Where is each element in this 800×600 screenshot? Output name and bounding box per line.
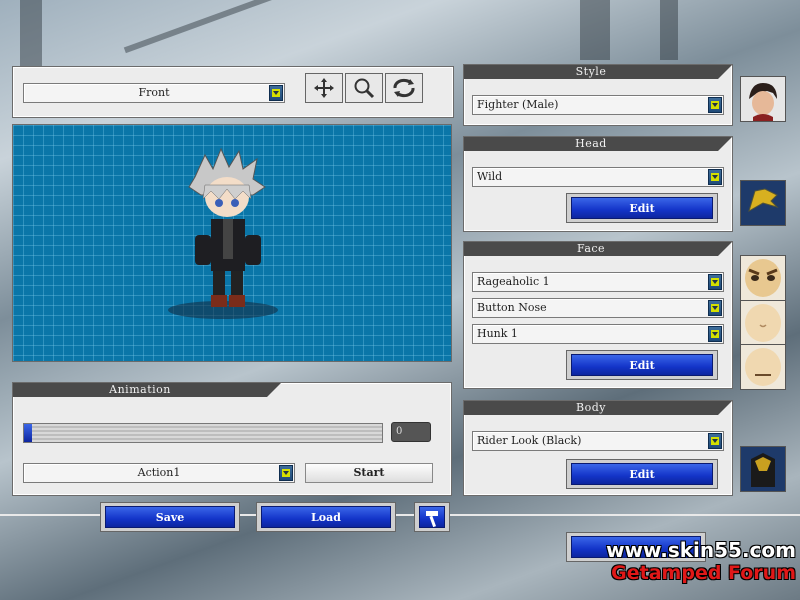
face-nose-select[interactable]: Button Nose bbox=[472, 298, 724, 318]
head-edit-button[interactable]: Edit bbox=[566, 193, 718, 223]
chevron-down-icon[interactable] bbox=[708, 433, 722, 449]
body-edit-button[interactable]: Edit bbox=[566, 459, 718, 489]
style-select[interactable]: Fighter (Male) bbox=[472, 95, 724, 115]
body-select-value: Rider Look (Black) bbox=[477, 434, 582, 447]
chevron-down-icon[interactable] bbox=[708, 274, 722, 290]
body-thumbnail[interactable] bbox=[740, 446, 786, 492]
start-button[interactable]: Start bbox=[305, 463, 433, 483]
angry-eyes-icon bbox=[745, 259, 781, 297]
slider-handle[interactable] bbox=[24, 424, 32, 442]
action-select[interactable]: Action1 bbox=[23, 463, 295, 483]
body-panel-title: Body bbox=[464, 401, 732, 415]
load-button-label: Load bbox=[261, 506, 391, 528]
rotate-tool-button[interactable] bbox=[385, 73, 423, 103]
face-eyes-value: Rageaholic 1 bbox=[477, 275, 550, 288]
save-button-label: Save bbox=[105, 506, 235, 528]
face-mouth-value: Hunk 1 bbox=[477, 327, 518, 340]
frame-counter[interactable]: 0 bbox=[391, 422, 431, 442]
watermark-url: www.skin55.com bbox=[606, 538, 796, 562]
chevron-down-icon[interactable] bbox=[708, 326, 722, 342]
mouth-icon bbox=[745, 348, 781, 386]
rider-armor-icon bbox=[751, 453, 775, 487]
face-mouth-thumbnail[interactable] bbox=[740, 344, 786, 390]
action-select-value: Action1 bbox=[137, 466, 181, 479]
face-nose-value: Button Nose bbox=[477, 301, 547, 314]
load-button[interactable]: Load bbox=[256, 502, 396, 532]
character-model bbox=[188, 147, 266, 307]
view-toolbar-panel: Front bbox=[12, 66, 454, 118]
animation-timeline-slider[interactable] bbox=[23, 423, 383, 443]
view-select-value: Front bbox=[138, 86, 170, 99]
head-panel-title: Head bbox=[464, 137, 732, 151]
face-mouth-select[interactable]: Hunk 1 bbox=[472, 324, 724, 344]
head-edit-label: Edit bbox=[571, 197, 713, 219]
face-edit-label: Edit bbox=[571, 354, 713, 376]
head-panel: Head Wild Edit bbox=[463, 136, 733, 232]
head-thumbnail[interactable] bbox=[740, 180, 786, 226]
style-panel-title: Style bbox=[464, 65, 732, 79]
chevron-down-icon[interactable] bbox=[279, 465, 293, 481]
save-button[interactable]: Save bbox=[100, 502, 240, 532]
move-icon bbox=[314, 78, 334, 98]
start-button-label: Start bbox=[353, 466, 385, 479]
view-select[interactable]: Front bbox=[23, 83, 285, 103]
nose-icon bbox=[745, 304, 781, 342]
face-edit-button[interactable]: Edit bbox=[566, 350, 718, 380]
animation-panel: Animation 0 Action1 Start bbox=[12, 382, 452, 496]
chevron-down-icon[interactable] bbox=[708, 169, 722, 185]
face-panel: Face Rageaholic 1 Button Nose Hunk 1 Edi… bbox=[463, 241, 733, 389]
head-select-value: Wild bbox=[477, 170, 503, 183]
face-eyes-thumbnail[interactable] bbox=[740, 255, 786, 301]
wild-hair-icon bbox=[748, 188, 779, 213]
chevron-down-icon[interactable] bbox=[708, 300, 722, 316]
rotate-icon bbox=[393, 78, 415, 98]
chevron-down-icon[interactable] bbox=[269, 85, 283, 101]
style-select-value: Fighter (Male) bbox=[477, 98, 559, 111]
face-panel-title: Face bbox=[464, 242, 732, 256]
hammer-tool-button[interactable] bbox=[414, 502, 450, 532]
face-nose-thumbnail[interactable] bbox=[740, 300, 786, 346]
character-preview-viewport[interactable] bbox=[12, 124, 452, 362]
body-edit-label: Edit bbox=[571, 463, 713, 485]
animation-panel-title: Animation bbox=[13, 383, 281, 397]
body-panel: Body Rider Look (Black) Edit bbox=[463, 400, 733, 496]
fighter-portrait-icon bbox=[741, 77, 785, 121]
hammer-icon bbox=[426, 511, 438, 528]
frame-counter-value: 0 bbox=[396, 426, 403, 437]
chevron-down-icon[interactable] bbox=[708, 97, 722, 113]
magnifier-icon bbox=[354, 78, 375, 99]
head-select[interactable]: Wild bbox=[472, 167, 724, 187]
face-eyes-select[interactable]: Rageaholic 1 bbox=[472, 272, 724, 292]
move-tool-button[interactable] bbox=[305, 73, 343, 103]
watermark: www.skin55.com Getamped Forum bbox=[600, 538, 796, 594]
style-panel: Style Fighter (Male) bbox=[463, 64, 733, 126]
watermark-forum: Getamped Forum bbox=[611, 562, 796, 584]
style-thumbnail[interactable] bbox=[740, 76, 786, 122]
body-select[interactable]: Rider Look (Black) bbox=[472, 431, 724, 451]
zoom-tool-button[interactable] bbox=[345, 73, 383, 103]
